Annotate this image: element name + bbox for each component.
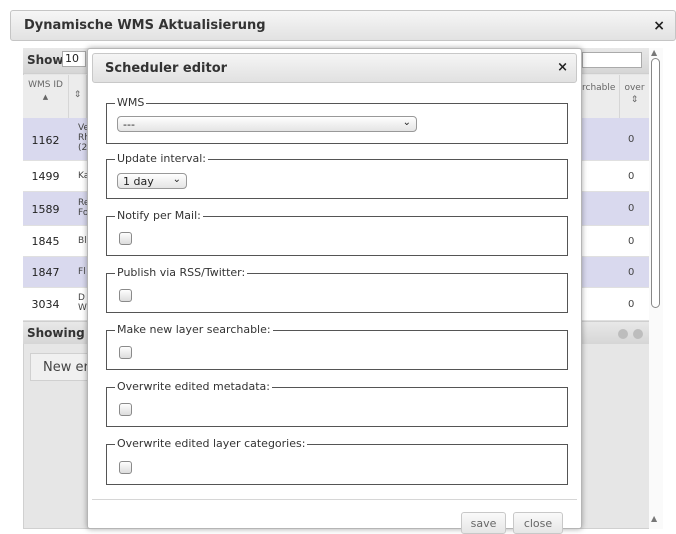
pager-next-icon[interactable] (633, 329, 643, 339)
column-header-searchable-label: rchable (582, 83, 616, 93)
cell-overwrite: 0 (628, 299, 635, 310)
pager-previous-icon[interactable] (618, 329, 628, 339)
page-length-select[interactable]: 10 (62, 51, 86, 67)
update-interval-select[interactable]: 1 day ⌄ (117, 173, 187, 189)
notify-mail-checkbox[interactable] (119, 232, 132, 245)
overwrite-metadata-checkbox[interactable] (119, 403, 132, 416)
cell-title: Bl (78, 236, 87, 246)
overwrite-categories-legend: Overwrite edited layer categories: (115, 437, 308, 450)
cell-wms-id: 1847 (31, 266, 60, 279)
button-pane-divider (92, 499, 577, 500)
update-interval-fieldset: Update interval: 1 day ⌄ (106, 152, 568, 199)
close-icon[interactable]: × (557, 60, 568, 75)
cell-wms-id: 1162 (31, 134, 60, 147)
publish-rss-fieldset: Publish via RSS/Twitter: (106, 266, 568, 313)
cell-overwrite: 0 (628, 236, 635, 247)
scroll-down-icon[interactable]: ▲ (651, 514, 657, 523)
overwrite-categories-fieldset: Overwrite edited layer categories: (106, 437, 568, 485)
cell-overwrite: 0 (628, 134, 635, 145)
cell-wms-id: 1589 (31, 203, 60, 216)
cell-title: Fl (78, 267, 86, 277)
update-interval-legend: Update interval: (115, 152, 208, 165)
column-header-overwrite[interactable]: over ⇕ (620, 75, 650, 118)
publish-rss-checkbox[interactable] (119, 289, 132, 302)
wms-select[interactable]: --- ⌄ (117, 116, 417, 132)
searchable-checkbox[interactable] (119, 346, 132, 359)
publish-rss-legend: Publish via RSS/Twitter: (115, 266, 248, 279)
searchable-legend: Make new layer searchable: (115, 323, 273, 336)
cell-overwrite: 0 (628, 203, 635, 214)
searchable-fieldset: Make new layer searchable: (106, 323, 568, 370)
cell-wms-id: 1499 (31, 170, 60, 183)
overwrite-metadata-fieldset: Overwrite edited metadata: (106, 380, 568, 427)
sort-icon: ⇕ (630, 95, 639, 105)
column-header-overwrite-label: over (624, 83, 645, 93)
overwrite-metadata-legend: Overwrite edited metadata: (115, 380, 272, 393)
cell-overwrite: 0 (628, 171, 635, 182)
table-search-input[interactable] (582, 52, 642, 68)
save-button[interactable]: save (461, 512, 506, 534)
outer-close-icon[interactable]: × (653, 18, 665, 34)
wms-legend: WMS (115, 96, 147, 109)
column-header-title[interactable]: ⇕ (69, 75, 87, 118)
cell-overwrite: 0 (628, 267, 635, 278)
sort-asc-icon: ▲ (42, 93, 49, 101)
notify-mail-fieldset: Notify per Mail: (106, 209, 568, 256)
column-header-wms-id[interactable]: WMS ID ▲ (23, 75, 69, 118)
scheduler-editor-dialog: Scheduler editor × WMS --- ⌄ Update inte… (87, 48, 582, 534)
scheduler-editor-title: Scheduler editor (105, 61, 228, 76)
scheduler-editor-titlebar[interactable]: Scheduler editor × (92, 53, 577, 83)
notify-mail-legend: Notify per Mail: (115, 209, 203, 222)
cell-title: D W (78, 293, 87, 313)
wms-fieldset: WMS --- ⌄ (106, 96, 568, 144)
chevron-down-icon: ⌄ (172, 174, 181, 185)
scrollbar-thumb[interactable] (651, 58, 660, 308)
cell-wms-id: 1845 (31, 235, 60, 248)
wms-select-value: --- (123, 118, 135, 131)
close-button[interactable]: close (513, 512, 563, 534)
overwrite-categories-checkbox[interactable] (119, 461, 132, 474)
column-header-searchable[interactable]: rchable (582, 75, 620, 118)
show-label: Show (27, 53, 64, 67)
update-interval-value: 1 day (123, 175, 154, 188)
sort-icon: ⇕ (73, 90, 82, 100)
new-entry-button[interactable]: New er (30, 353, 90, 381)
outer-dialog-title: Dynamische WMS Aktualisierung (24, 18, 266, 33)
cell-wms-id: 3034 (31, 298, 60, 311)
outer-dialog-titlebar[interactable]: Dynamische WMS Aktualisierung × (10, 10, 676, 41)
scroll-up-icon[interactable]: ▲ (651, 48, 657, 57)
column-header-wms-id-label: WMS ID (28, 80, 63, 90)
chevron-down-icon: ⌄ (402, 117, 411, 128)
